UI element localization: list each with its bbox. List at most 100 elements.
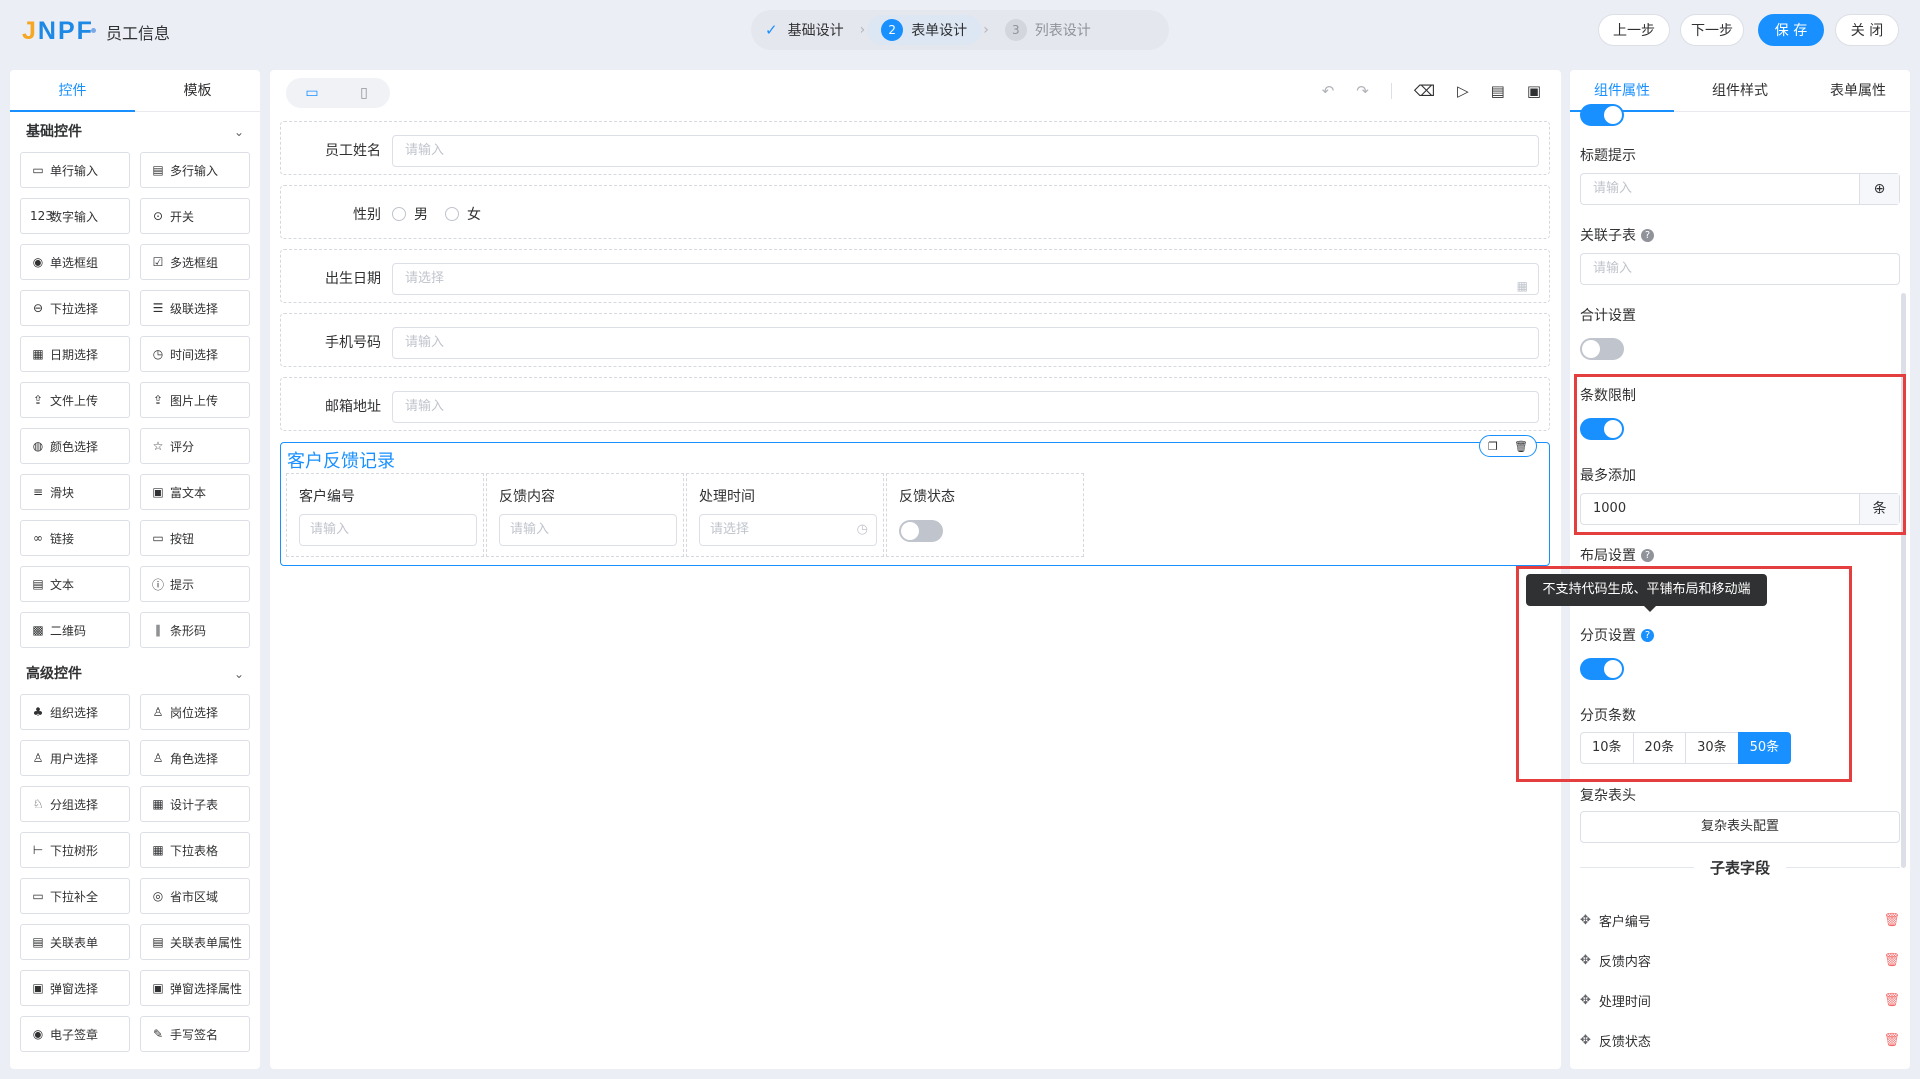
component-item[interactable]: ♙ 用户选择 xyxy=(20,740,130,776)
component-item[interactable]: ▣ 弹窗选择 xyxy=(20,970,130,1006)
basic-controls-header[interactable]: 基础控件 ⌄ xyxy=(10,112,260,152)
drag-handle-icon[interactable]: ✥ xyxy=(1580,993,1591,1008)
radio-female[interactable]: 女 xyxy=(445,204,481,224)
help-icon[interactable]: ? xyxy=(1641,228,1654,242)
component-item[interactable]: 123 数字输入 xyxy=(20,198,130,234)
sub-field-item[interactable]: ✥ 反馈内容 🗑 xyxy=(1580,948,1900,972)
component-item[interactable]: ▤ 多行输入 xyxy=(140,152,250,188)
field-phone[interactable]: 手机号码 请输入 xyxy=(280,313,1550,367)
radio-male[interactable]: 男 xyxy=(392,204,428,224)
title-hint-input[interactable]: 请输入 ⊕ xyxy=(1580,173,1900,205)
trash-icon[interactable]: 🗑 xyxy=(1883,913,1900,928)
subtable-column[interactable]: 客户编号 请输入 xyxy=(286,473,484,557)
component-item[interactable]: ▦ 下拉表格 xyxy=(140,832,250,868)
related-subtable-input[interactable]: 请输入 xyxy=(1580,253,1900,285)
column-time-picker[interactable]: 请选择 ◷ xyxy=(699,514,877,546)
birth-date-picker[interactable]: 请选择 ▦ xyxy=(392,263,1539,295)
subtable-column[interactable]: 处理时间 请选择 ◷ xyxy=(686,473,884,557)
component-item[interactable]: ◷ 时间选择 xyxy=(140,336,250,372)
component-item[interactable]: ▭ 下拉补全 xyxy=(20,878,130,914)
tab-templates[interactable]: 模板 xyxy=(135,70,260,111)
employee-name-input[interactable]: 请输入 xyxy=(392,135,1539,167)
partial-switch[interactable] xyxy=(1580,104,1624,126)
step-form-design[interactable]: 2 表单设计 xyxy=(867,15,982,45)
email-input[interactable]: 请输入 xyxy=(392,391,1539,423)
redo-icon[interactable]: ↷ xyxy=(1356,82,1369,100)
status-switch[interactable] xyxy=(899,520,943,542)
desktop-icon[interactable]: ▭ xyxy=(286,85,338,101)
field-email[interactable]: 邮箱地址 请输入 xyxy=(280,377,1550,431)
component-item[interactable]: ♙ 岗位选择 xyxy=(140,694,250,730)
column-input[interactable]: 请输入 xyxy=(499,514,677,546)
trash-icon[interactable]: 🗑 xyxy=(1883,1033,1900,1048)
prev-step-button[interactable]: 上一步 xyxy=(1598,14,1670,46)
json-icon[interactable]: ▤ xyxy=(1491,82,1505,100)
step-list-design[interactable]: 3 列表设计 xyxy=(991,15,1105,45)
delete-icon[interactable]: 🗑 xyxy=(1514,440,1528,453)
sub-field-item[interactable]: ✥ 客户编号 🗑 xyxy=(1580,908,1900,932)
advanced-controls-header[interactable]: 高级控件 ⌄ xyxy=(10,654,260,694)
save-template-icon[interactable]: ▣ xyxy=(1527,82,1541,100)
preview-icon[interactable]: ▷ xyxy=(1457,82,1469,100)
drag-handle-icon[interactable]: ✥ xyxy=(1580,913,1591,928)
subtable-customer-feedback[interactable]: 客户反馈记录 ❐ 🗑 客户编号 请输入 反馈内容 请输入 处理时间 请选择 ◷ … xyxy=(280,435,1550,566)
drag-handle-icon[interactable]: ✥ xyxy=(1580,953,1591,968)
mobile-icon[interactable]: ▯ xyxy=(338,85,390,101)
undo-icon[interactable]: ↶ xyxy=(1322,82,1335,100)
trash-icon[interactable]: 🗑 xyxy=(1883,993,1900,1008)
help-icon[interactable]: ? xyxy=(1641,548,1654,562)
component-item[interactable]: ▣ 弹窗选择属性 xyxy=(140,970,250,1006)
globe-icon[interactable]: ⊕ xyxy=(1859,174,1899,204)
component-item[interactable]: ♘ 分组选择 xyxy=(20,786,130,822)
component-item[interactable]: ▤ 文本 xyxy=(20,566,130,602)
component-item[interactable]: ⇪ 图片上传 xyxy=(140,382,250,418)
component-item[interactable]: ☑ 多选框组 xyxy=(140,244,250,280)
component-item[interactable]: ▤ 关联表单 xyxy=(20,924,130,960)
component-item[interactable]: ◎ 省市区域 xyxy=(140,878,250,914)
component-item[interactable]: ♣ 组织选择 xyxy=(20,694,130,730)
component-item[interactable]: ◉ 电子签章 xyxy=(20,1016,130,1052)
component-item[interactable]: ▤ 关联表单属性 xyxy=(140,924,250,960)
trash-icon[interactable]: 🗑 xyxy=(1883,953,1900,968)
component-item[interactable]: ≡ 滑块 xyxy=(20,474,130,510)
component-item[interactable]: ☆ 评分 xyxy=(140,428,250,464)
component-item[interactable]: ◉ 单选框组 xyxy=(20,244,130,280)
tab-form-props[interactable]: 表单属性 xyxy=(1806,70,1910,111)
component-item[interactable]: ⇪ 文件上传 xyxy=(20,382,130,418)
sum-switch[interactable] xyxy=(1580,338,1624,360)
component-item[interactable]: ▭ 按钮 xyxy=(140,520,250,556)
component-item[interactable]: ⓘ 提示 xyxy=(140,566,250,602)
tab-component-style[interactable]: 组件样式 xyxy=(1688,70,1792,111)
component-item[interactable]: ⊙ 开关 xyxy=(140,198,250,234)
sub-field-item[interactable]: ✥ 反馈状态 🗑 xyxy=(1580,1028,1900,1052)
field-birth-date[interactable]: 出生日期 请选择 ▦ xyxy=(280,249,1550,303)
component-item[interactable]: ▦ 日期选择 xyxy=(20,336,130,372)
copy-icon[interactable]: ❐ xyxy=(1488,440,1498,453)
component-item[interactable]: ✎ 手写签名 xyxy=(140,1016,250,1052)
component-item[interactable]: ♙ 角色选择 xyxy=(140,740,250,776)
component-item[interactable]: ∞ 链接 xyxy=(20,520,130,556)
component-item[interactable]: ▭ 单行输入 xyxy=(20,152,130,188)
step-basic-design[interactable]: ✓ 基础设计 xyxy=(751,15,858,45)
save-button[interactable]: 保 存 xyxy=(1758,14,1824,46)
component-item[interactable]: ▣ 富文本 xyxy=(140,474,250,510)
drag-handle-icon[interactable]: ✥ xyxy=(1580,1033,1591,1048)
field-employee-name[interactable]: 员工姓名 请输入 xyxy=(280,121,1550,175)
column-input[interactable]: 请输入 xyxy=(299,514,477,546)
component-item[interactable]: ⊢ 下拉树形 xyxy=(20,832,130,868)
close-button[interactable]: 关 闭 xyxy=(1835,14,1899,46)
tab-controls[interactable]: 控件 xyxy=(10,70,135,112)
phone-input[interactable]: 请输入 xyxy=(392,327,1539,359)
sub-field-item[interactable]: ✥ 处理时间 🗑 xyxy=(1580,988,1900,1012)
clear-icon[interactable]: ⌫ xyxy=(1414,82,1435,100)
component-item[interactable]: ∥ 条形码 xyxy=(140,612,250,648)
subtable-column[interactable]: 反馈状态 xyxy=(886,473,1084,557)
component-item[interactable]: ▦ 设计子表 xyxy=(140,786,250,822)
component-item[interactable]: ⊖ 下拉选择 xyxy=(20,290,130,326)
component-item[interactable]: ☰ 级联选择 xyxy=(140,290,250,326)
subtable-column[interactable]: 反馈内容 请输入 xyxy=(486,473,684,557)
complex-header-config-button[interactable]: 复杂表头配置 xyxy=(1580,811,1900,843)
next-step-button[interactable]: 下一步 xyxy=(1680,14,1744,46)
component-item[interactable]: ▩ 二维码 xyxy=(20,612,130,648)
field-gender[interactable]: 性别 男 女 xyxy=(280,185,1550,239)
